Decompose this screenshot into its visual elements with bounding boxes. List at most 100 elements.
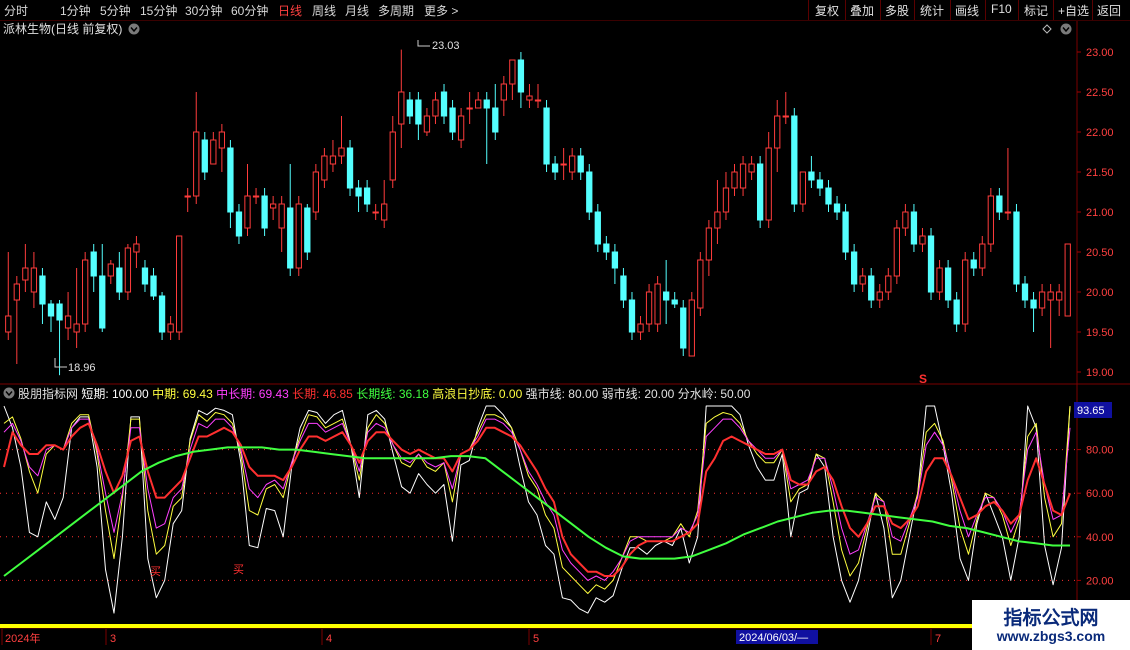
- draw-line-button[interactable]: 画线: [955, 2, 979, 19]
- toolbar-separator: [880, 0, 881, 20]
- candle-body: [261, 195, 268, 229]
- candle-body: [432, 99, 439, 117]
- candle-body: [663, 291, 670, 301]
- candle-body: [338, 147, 345, 157]
- candle-body: [910, 211, 918, 245]
- tab-5min[interactable]: 5分钟: [100, 2, 131, 19]
- indicator-lines: [3, 405, 1071, 614]
- multi-stock-button[interactable]: 多股: [885, 2, 909, 19]
- candle-body: [782, 115, 789, 118]
- high-pointer: [417, 40, 430, 47]
- title-dropdown-icon[interactable]: [128, 23, 140, 35]
- candle-body: [321, 155, 328, 181]
- indicator-legend-item: 长期线: 36.18: [356, 387, 432, 401]
- candle-body: [611, 251, 619, 269]
- candle-body: [82, 259, 89, 325]
- tab-30min[interactable]: 30分钟: [185, 2, 222, 19]
- date-axis: 2024年 3 4 5 2024/06/03/— 7: [1, 629, 941, 645]
- price-tick-label: 22.00: [1086, 127, 1114, 139]
- candle-body: [569, 155, 576, 173]
- candle-body: [953, 299, 960, 325]
- mark-button[interactable]: 标记: [1024, 2, 1048, 19]
- price-tick-label: 20.50: [1086, 247, 1114, 259]
- candle-body: [722, 187, 730, 213]
- price-tick-label: 19.00: [1086, 367, 1114, 379]
- candle-body: [346, 147, 354, 189]
- candle-body: [184, 195, 191, 198]
- panel-close-icon[interactable]: [1060, 23, 1072, 35]
- candle-body: [363, 187, 371, 205]
- candle-body: [833, 203, 841, 213]
- date-label-apr: 4: [326, 633, 332, 645]
- candle-body: [1056, 291, 1063, 301]
- stats-button[interactable]: 统计: [920, 2, 944, 19]
- fuquan-button[interactable]: 复权: [815, 2, 839, 19]
- candle-body: [714, 211, 721, 229]
- candle-body: [842, 211, 849, 253]
- tab-daily[interactable]: 日线: [278, 2, 302, 19]
- candle-body: [295, 203, 302, 269]
- tab-fenshi[interactable]: 分时: [4, 2, 28, 19]
- current-value-text: 93.65: [1077, 405, 1105, 417]
- tab-1min[interactable]: 1分钟: [60, 2, 91, 19]
- diamond-icon[interactable]: [1042, 24, 1052, 34]
- candle-body: [466, 107, 473, 110]
- candle-body: [193, 131, 200, 197]
- candle-body: [287, 207, 294, 269]
- buy-annotation-1: 买: [150, 565, 161, 578]
- f10-button[interactable]: F10: [991, 2, 1012, 16]
- candle-body: [885, 275, 892, 293]
- candle-body: [22, 267, 29, 281]
- candle-body: [594, 211, 601, 245]
- tab-multi-period[interactable]: 多周期: [378, 2, 414, 19]
- tab-more[interactable]: 更多 >: [424, 2, 458, 19]
- price-tick-label: 22.50: [1086, 87, 1114, 99]
- indicator-legend-item: 中长期: 69.43: [216, 386, 292, 401]
- toolbar-separator: [1053, 0, 1054, 20]
- indicator-legend-item: 长期: 46.85: [292, 387, 356, 401]
- add-favorite-button[interactable]: +自选: [1058, 2, 1089, 19]
- price-tick-label: 23.00: [1086, 47, 1114, 59]
- candle-body: [756, 163, 764, 221]
- candle-body: [902, 211, 909, 229]
- candle-body: [167, 323, 174, 333]
- tab-weekly[interactable]: 周线: [312, 2, 336, 19]
- candle-body: [124, 247, 132, 293]
- overlay-button[interactable]: 叠加: [850, 2, 874, 19]
- cursor-date-text: 2024/06/03/—: [739, 632, 808, 644]
- tab-monthly[interactable]: 月线: [345, 2, 369, 19]
- candle-body: [1004, 211, 1012, 214]
- tab-15min[interactable]: 15分钟: [140, 2, 177, 19]
- candle-body: [99, 275, 106, 329]
- candle-body: [1064, 243, 1071, 317]
- candle-body: [1047, 291, 1054, 301]
- date-label-jul: 7: [935, 633, 941, 645]
- candle-body: [731, 171, 738, 189]
- low-label: 18.96: [68, 362, 96, 374]
- candle-body: [628, 299, 636, 333]
- candle-body: [936, 267, 943, 293]
- price-tick-label: 19.50: [1086, 327, 1114, 339]
- stock-title: 派林生物(日线 前复权): [3, 21, 122, 36]
- candle-body: [107, 263, 114, 277]
- candle-body: [381, 203, 388, 221]
- back-button[interactable]: 返回: [1097, 2, 1121, 19]
- candle-body: [423, 115, 431, 133]
- candle-body: [415, 99, 422, 125]
- indicator-dropdown-icon[interactable]: [3, 387, 15, 399]
- indicator-line: [3, 422, 1071, 577]
- toolbar-separator: [1092, 0, 1093, 20]
- candle-body: [987, 195, 994, 245]
- indicator-line: [3, 405, 1071, 594]
- candle-body: [47, 303, 55, 317]
- candle-body: [312, 171, 320, 213]
- tab-60min[interactable]: 60分钟: [231, 2, 268, 19]
- candle-body: [970, 259, 977, 269]
- candle-body: [808, 171, 815, 181]
- candle-body: [1013, 211, 1020, 285]
- candle-body: [654, 283, 661, 325]
- candle-body: [671, 299, 678, 305]
- candle-body: [680, 307, 687, 349]
- chart-canvas: 23.00 22.50 22.00 21.50 21.00 20.50 20.00 19.50…: [0, 20, 1130, 645]
- candle-body: [799, 171, 807, 205]
